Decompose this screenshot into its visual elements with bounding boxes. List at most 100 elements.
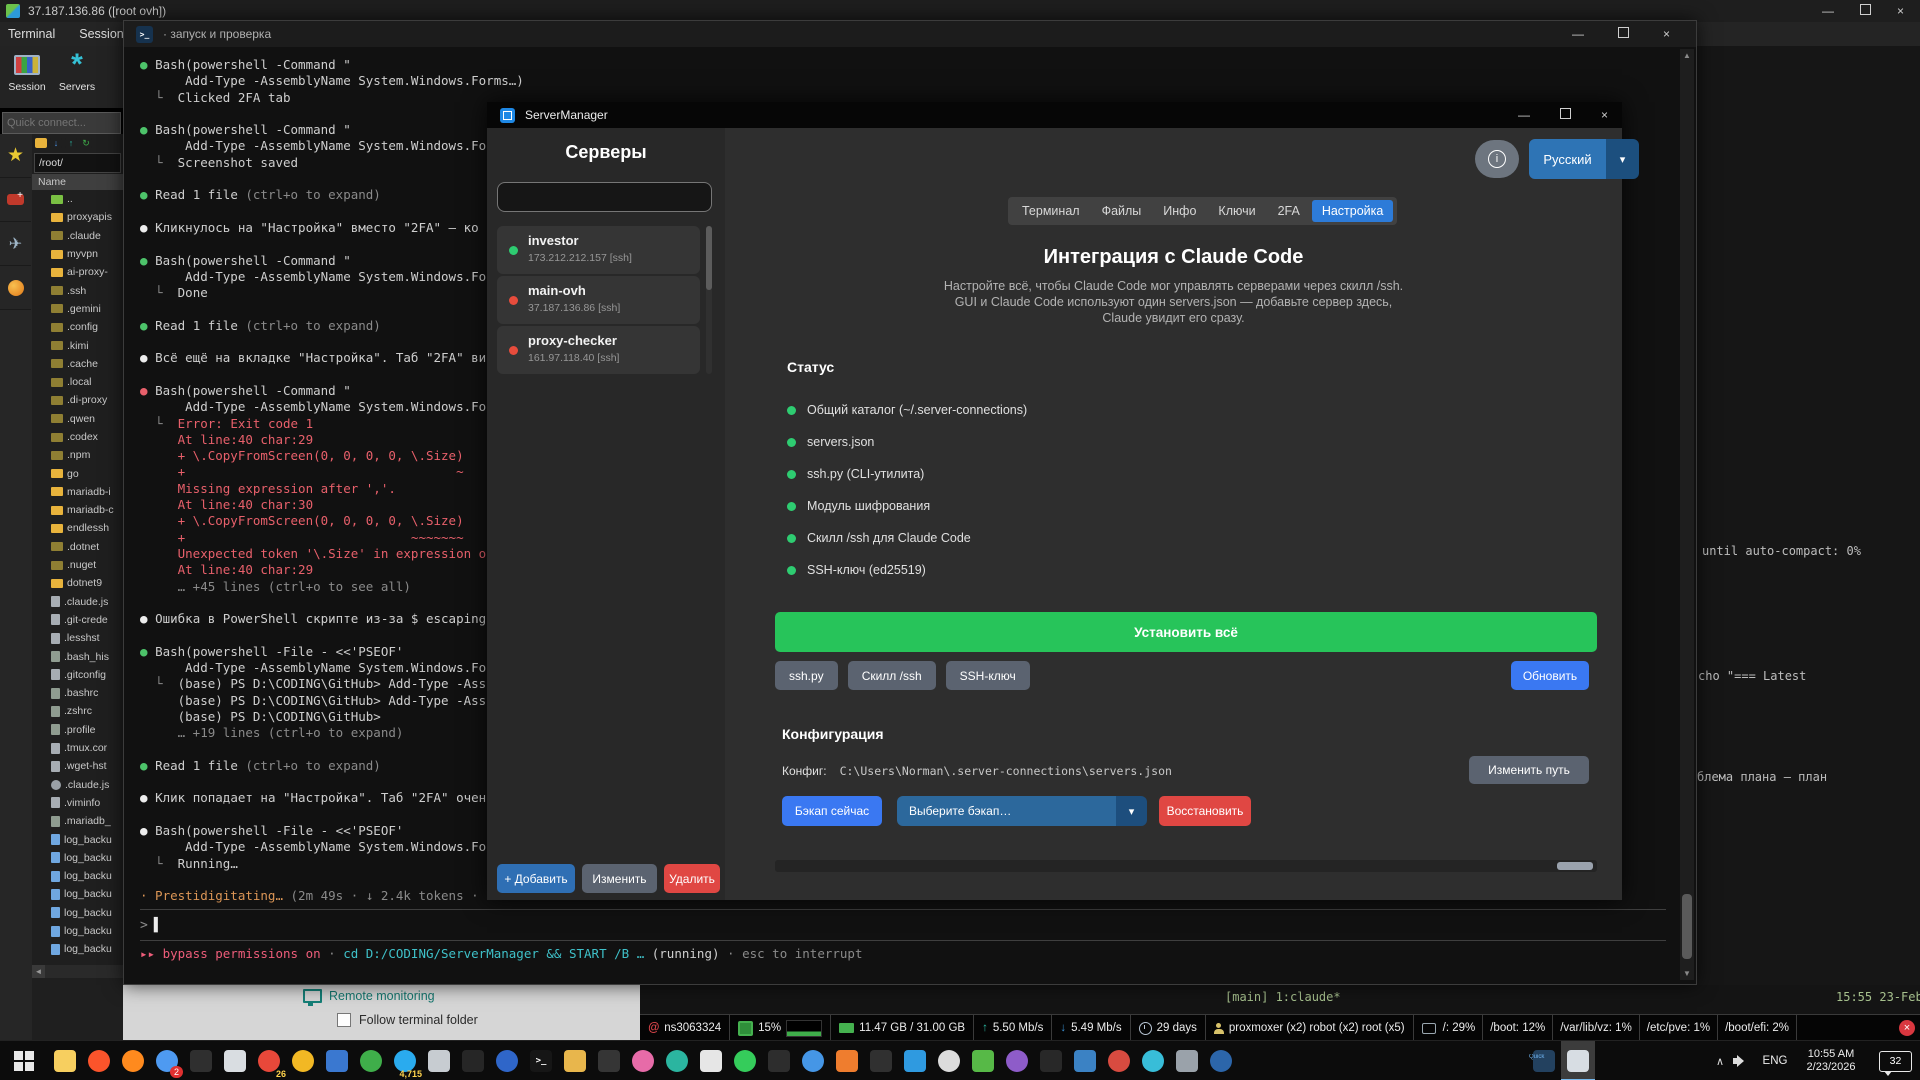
taskbar-dark-app-4[interactable] — [762, 1041, 796, 1080]
taskbar-chrome-beta[interactable] — [286, 1041, 320, 1080]
taskbar-teal-app[interactable] — [660, 1041, 694, 1080]
file-row[interactable]: .claude — [32, 227, 123, 245]
taskbar-dark-app-1[interactable] — [184, 1041, 218, 1080]
language-selector[interactable]: Русский ▾ — [1529, 139, 1639, 179]
config-horizontal-scrollbar[interactable] — [775, 860, 1597, 872]
tray-clock[interactable]: 10:55 AM 2/23/2026 — [1793, 1048, 1869, 1074]
file-row[interactable]: .git-crede — [32, 611, 123, 629]
mobaxterm-maximize-button[interactable] — [1860, 4, 1871, 15]
monitoring-close-icon[interactable]: × — [1899, 1020, 1915, 1036]
sftp-name-header[interactable]: Name — [32, 174, 123, 190]
file-row[interactable]: .mariadb_ — [32, 812, 123, 830]
notification-center-icon[interactable]: 32 — [1879, 1051, 1912, 1072]
taskbar-folder-app-2[interactable] — [558, 1041, 592, 1080]
file-row[interactable]: .claude.js — [32, 593, 123, 611]
folder-up-icon[interactable] — [35, 138, 47, 148]
taskbar-vscode[interactable] — [898, 1041, 932, 1080]
tab-Терминал[interactable]: Терминал — [1012, 200, 1090, 222]
file-row[interactable]: log_backu — [32, 885, 123, 903]
server-list-scroll-thumb[interactable] — [706, 226, 712, 290]
taskbar-pink-app[interactable] — [626, 1041, 660, 1080]
favorites-button[interactable]: ★ — [0, 134, 31, 178]
tab-2FA[interactable]: 2FA — [1268, 200, 1310, 222]
file-row[interactable]: .gemini — [32, 300, 123, 318]
taskbar-cyan-app[interactable] — [1136, 1041, 1170, 1080]
file-row[interactable]: log_backu — [32, 904, 123, 922]
server-list-scrollbar[interactable] — [706, 226, 712, 374]
restore-button[interactable]: Восстановить — [1159, 796, 1251, 826]
taskbar-telegram[interactable]: 4,715 — [388, 1041, 422, 1080]
refresh-button[interactable]: Обновить — [1511, 661, 1589, 690]
file-row[interactable]: log_backu — [32, 830, 123, 848]
file-row[interactable]: myvpn — [32, 245, 123, 263]
mobaxterm-minimize-button[interactable]: — — [1822, 4, 1834, 18]
terminal-minimize-button[interactable]: — — [1572, 27, 1584, 41]
taskbar-blue-app-5[interactable] — [1204, 1041, 1238, 1080]
scroll-left-arrow[interactable]: ◄ — [32, 965, 45, 978]
file-row[interactable]: ai-proxy- — [32, 263, 123, 281]
taskbar-gray-app-1[interactable] — [422, 1041, 456, 1080]
file-row[interactable]: endlessh — [32, 519, 123, 537]
terminal-maximize-button[interactable] — [1618, 27, 1629, 38]
taskbar-dark-app-5[interactable] — [864, 1041, 898, 1080]
download-icon[interactable]: ↓ — [50, 138, 62, 148]
taskbar-writer-app[interactable] — [218, 1041, 252, 1080]
terminal-close-button[interactable]: × — [1663, 27, 1670, 41]
taskbar-file-explorer[interactable] — [48, 1041, 82, 1080]
file-row[interactable]: .qwen — [32, 410, 123, 428]
mobaxterm-close-button[interactable]: × — [1897, 4, 1904, 18]
tab-Настройка[interactable]: Настройка — [1312, 200, 1394, 222]
file-row[interactable]: .ssh — [32, 281, 123, 299]
component-button-ssh.py[interactable]: ssh.py — [775, 661, 838, 690]
file-row[interactable]: .gitconfig — [32, 666, 123, 684]
taskbar-blue-app-3[interactable] — [796, 1041, 830, 1080]
taskbar-green-app-2[interactable] — [966, 1041, 1000, 1080]
taskbar-red-app[interactable] — [1102, 1041, 1136, 1080]
file-row[interactable]: .di-proxy — [32, 391, 123, 409]
file-row[interactable]: .wget-hst — [32, 757, 123, 775]
volume-icon[interactable] — [1733, 1054, 1751, 1068]
taskbar-green-app-1[interactable] — [354, 1041, 388, 1080]
server-card-investor[interactable]: investor173.212.212.157 [ssh] — [497, 226, 700, 274]
servermanager-titlebar[interactable]: ServerManager — × — [487, 102, 1622, 128]
input-language-indicator[interactable]: ENG — [1757, 1055, 1793, 1067]
servermanager-maximize-button[interactable] — [1560, 108, 1571, 119]
taskbar-white-app-2[interactable] — [932, 1041, 966, 1080]
tab-Файлы[interactable]: Файлы — [1092, 200, 1152, 222]
delete-server-button[interactable]: Удалить — [664, 864, 720, 893]
terminal-prompt[interactable]: > ▌ — [140, 915, 1666, 935]
taskbar-anydesk[interactable]: 26 — [252, 1041, 286, 1080]
hidden-icons-chevron[interactable]: ∧ — [1707, 1055, 1733, 1068]
tab-Ключи[interactable]: Ключи — [1208, 200, 1265, 222]
file-row[interactable]: .viminfo — [32, 794, 123, 812]
taskbar-dark-app-2[interactable] — [456, 1041, 490, 1080]
file-row[interactable]: .lesshst — [32, 629, 123, 647]
taskbar-blue-app-2[interactable] — [490, 1041, 524, 1080]
servermanager-minimize-button[interactable]: — — [1518, 108, 1530, 122]
file-row[interactable]: proxyapis — [32, 208, 123, 226]
file-row[interactable]: .bashrc — [32, 684, 123, 702]
file-row[interactable]: .config — [32, 318, 123, 336]
sftp-horizontal-scrollbar[interactable]: ◄ — [32, 965, 123, 978]
remote-monitoring-toggle[interactable]: Remote monitoring — [303, 989, 435, 1003]
file-row[interactable]: .nuget — [32, 556, 123, 574]
file-row[interactable]: mariadb-i — [32, 483, 123, 501]
taskbar-dark-app-6[interactable] — [1034, 1041, 1068, 1080]
file-row[interactable]: dotnet9 — [32, 574, 123, 592]
taskbar-purple-app[interactable] — [1000, 1041, 1034, 1080]
file-row[interactable]: .npm — [32, 446, 123, 464]
install-all-button[interactable]: Установить всё — [775, 612, 1597, 652]
file-row[interactable]: .. — [32, 190, 123, 208]
file-row[interactable]: .kimi — [32, 336, 123, 354]
quick-connect-input[interactable] — [2, 112, 121, 134]
refresh-icon[interactable]: ↻ — [80, 138, 92, 148]
file-row[interactable]: .claude.js — [32, 776, 123, 794]
file-row[interactable]: .codex — [32, 428, 123, 446]
component-button-SSH-ключ[interactable]: SSH-ключ — [946, 661, 1030, 690]
scroll-up-icon[interactable]: ▲ — [1680, 49, 1694, 62]
edit-server-button[interactable]: Изменить — [582, 864, 657, 893]
taskbar-white-app-1[interactable] — [694, 1041, 728, 1080]
taskbar-blue-app-4[interactable] — [1068, 1041, 1102, 1080]
upload-icon[interactable]: ↑ — [65, 138, 77, 148]
file-row[interactable]: log_backu — [32, 867, 123, 885]
